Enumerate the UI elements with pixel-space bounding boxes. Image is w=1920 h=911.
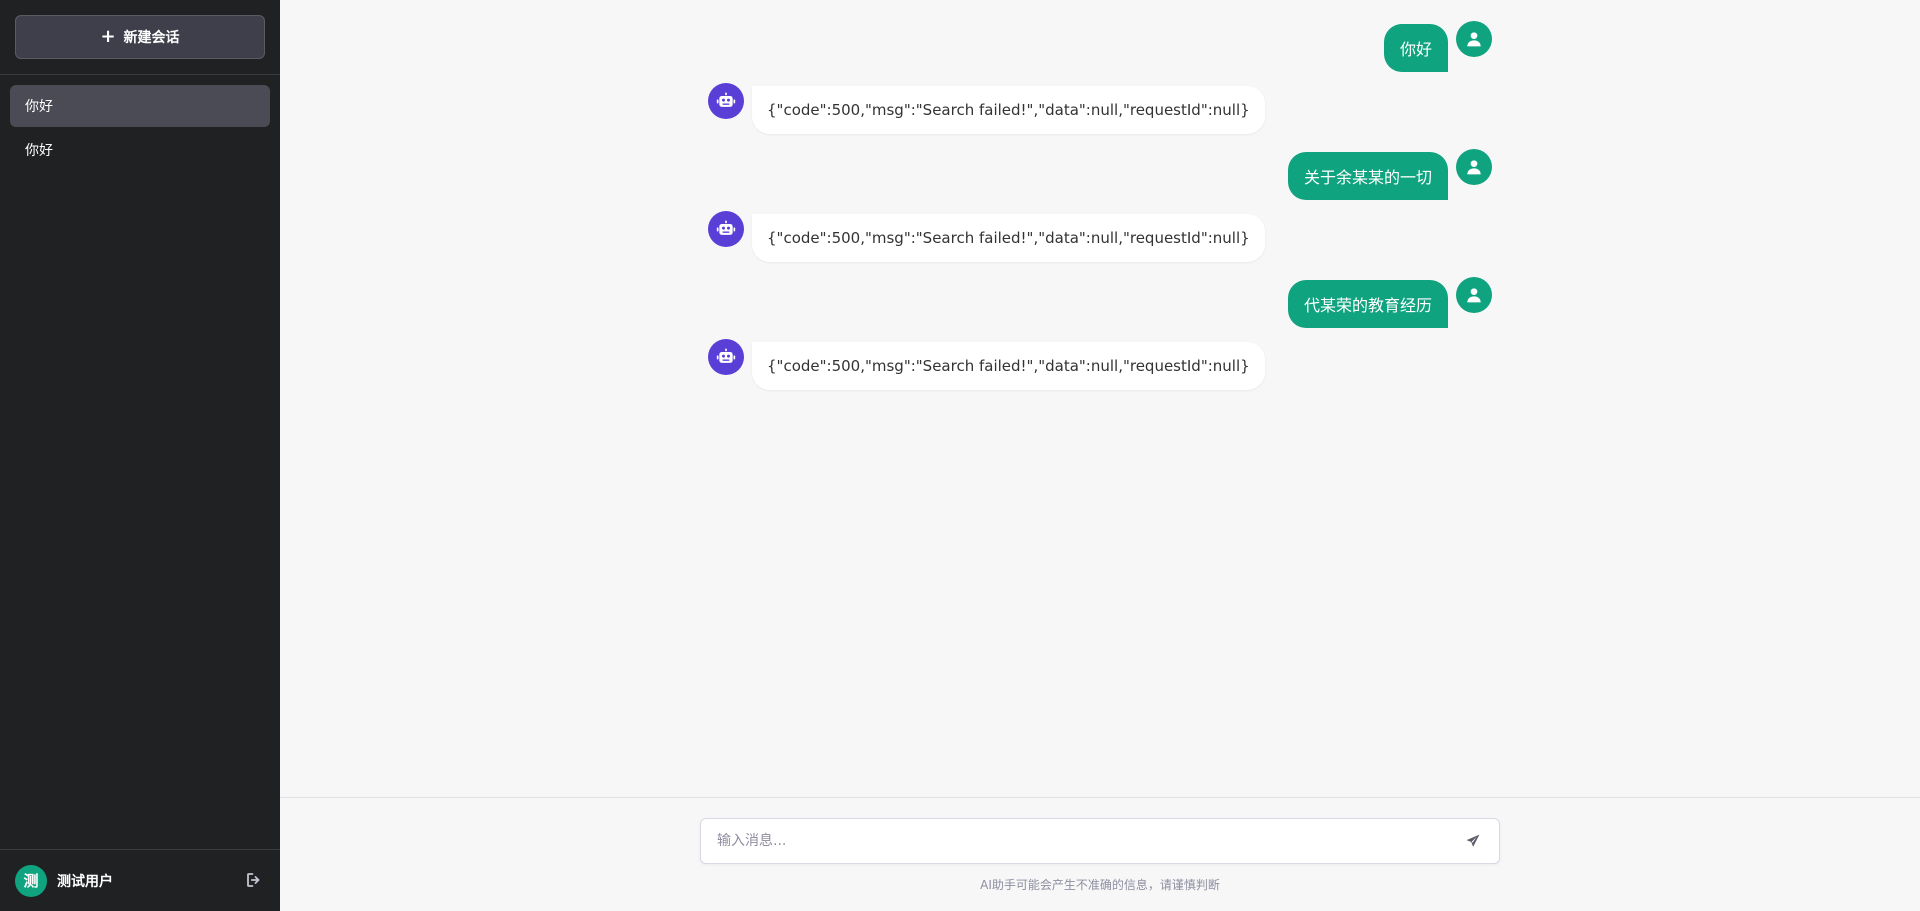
sidebar-top: + 新建会话 <box>0 0 280 75</box>
disclaimer-text: AI助手可能会产生不准确的信息，请谨慎判断 <box>980 878 1220 892</box>
user-icon <box>1467 32 1481 47</box>
bot-avatar <box>708 339 744 375</box>
bot-avatar <box>708 211 744 247</box>
send-icon <box>1466 834 1480 847</box>
sidebar: + 新建会话 你好 你好 测 测试用户 <box>0 0 280 911</box>
user-icon <box>1467 160 1481 175</box>
send-button[interactable] <box>1461 829 1485 853</box>
conversation-title: 你好 <box>25 143 53 159</box>
message-row-bot: {"code":500,"msg":"Search failed!","data… <box>708 211 1265 262</box>
bot-message-bubble: {"code":500,"msg":"Search failed!","data… <box>752 214 1265 262</box>
message-row-user: 你好 <box>1383 21 1492 72</box>
robot-icon <box>716 220 736 235</box>
message-list: 你好 {"code":500,"msg":"Search failed!","d… <box>280 0 1920 797</box>
new-chat-button[interactable]: + 新建会话 <box>15 15 265 59</box>
app-root: + 新建会话 你好 你好 测 测试用户 你好 {"code":500,"msg"… <box>0 0 1920 911</box>
message-input[interactable] <box>715 832 1461 850</box>
user-message-bubble: 关于余某某的一切 <box>1287 152 1448 200</box>
composer <box>700 818 1500 864</box>
bot-message-bubble: {"code":500,"msg":"Search failed!","data… <box>752 342 1265 390</box>
conversation-item[interactable]: 你好 <box>10 129 270 171</box>
avatar[interactable]: 测 <box>15 864 47 897</box>
chat-main: 你好 {"code":500,"msg":"Search failed!","d… <box>280 0 1920 911</box>
message-row-user: 关于余某某的一切 <box>1287 149 1492 200</box>
robot-icon <box>716 348 736 363</box>
message-row-bot: {"code":500,"msg":"Search failed!","data… <box>708 83 1265 134</box>
message-row-bot: {"code":500,"msg":"Search failed!","data… <box>708 339 1265 390</box>
user-name: 测试用户 <box>57 873 113 890</box>
bot-avatar <box>708 83 744 119</box>
new-chat-label: 新建会话 <box>123 30 180 46</box>
user-avatar <box>1456 149 1492 185</box>
robot-icon <box>716 92 736 107</box>
bot-message-bubble: {"code":500,"msg":"Search failed!","data… <box>752 86 1265 134</box>
user-message-bubble: 代某荣的教育经历 <box>1287 280 1448 328</box>
conversation-title: 你好 <box>25 99 53 115</box>
composer-area: AI助手可能会产生不准确的信息，请谨慎判断 <box>280 797 1920 911</box>
user-avatar <box>1456 277 1492 313</box>
plus-icon: + <box>100 26 116 47</box>
user-panel: 测 测试用户 <box>0 849 280 911</box>
message-row-user: 代某荣的教育经历 <box>1287 277 1492 328</box>
user-icon <box>1467 288 1481 303</box>
logout-icon[interactable] <box>245 871 265 891</box>
user-avatar <box>1456 21 1492 57</box>
conversation-item[interactable]: 你好 <box>10 85 270 127</box>
user-message-bubble: 你好 <box>1383 24 1448 72</box>
conversation-list: 你好 你好 <box>0 75 280 849</box>
